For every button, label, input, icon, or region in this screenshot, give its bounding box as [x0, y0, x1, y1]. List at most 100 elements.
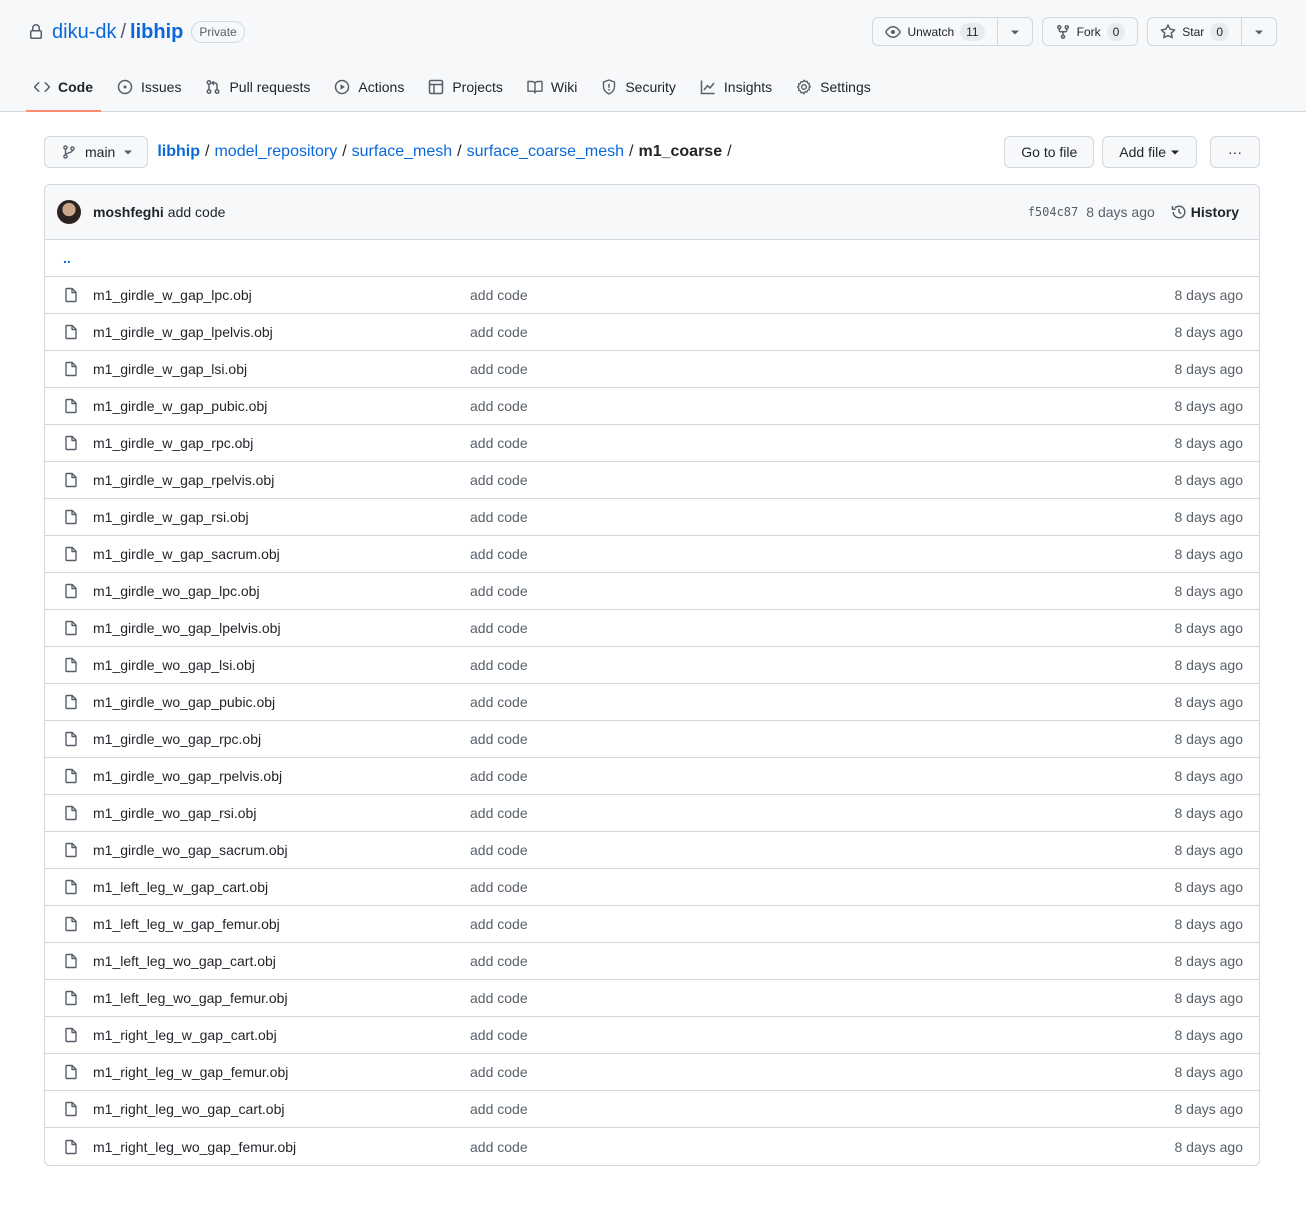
watch-dropdown-button[interactable]	[998, 18, 1032, 45]
file-commit-message[interactable]: add code	[470, 916, 528, 932]
star-button-group: Star 0	[1147, 17, 1277, 46]
file-commit-message[interactable]: add code	[470, 435, 528, 451]
commit-sha[interactable]: f504c87	[1028, 205, 1079, 219]
file-commit-message[interactable]: add code	[470, 620, 528, 636]
parent-directory-link[interactable]: ..	[45, 240, 1259, 277]
tab-projects[interactable]: Projects	[420, 63, 511, 111]
avatar[interactable]	[57, 200, 81, 224]
file-commit-message[interactable]: add code	[470, 657, 528, 673]
tab-pull-requests[interactable]: Pull requests	[197, 63, 318, 111]
file-commit-message[interactable]: add code	[470, 583, 528, 599]
repo-name-link[interactable]: libhip	[130, 21, 183, 44]
star-dropdown-button[interactable]	[1242, 18, 1276, 45]
file-name-link[interactable]: m1_right_leg_w_gap_femur.obj	[93, 1064, 470, 1080]
file-name-link[interactable]: m1_left_leg_wo_gap_cart.obj	[93, 953, 470, 969]
file-name-link[interactable]: m1_girdle_wo_gap_lpelvis.obj	[93, 620, 470, 636]
file-name-link[interactable]: m1_girdle_wo_gap_rsi.obj	[93, 805, 470, 821]
file-commit-age: 8 days ago	[1174, 768, 1244, 784]
graph-icon	[700, 79, 716, 95]
commit-author[interactable]: moshfeghi	[93, 204, 164, 220]
add-file-button[interactable]: Add file	[1102, 136, 1197, 168]
fork-button[interactable]: Fork 0	[1043, 18, 1138, 45]
file-commit-message[interactable]: add code	[470, 398, 528, 414]
file-commit-age: 8 days ago	[1174, 287, 1244, 303]
file-name-link[interactable]: m1_left_leg_wo_gap_femur.obj	[93, 990, 470, 1006]
table-row: m1_left_leg_w_gap_cart.obj add code 8 days…	[45, 869, 1259, 906]
file-commit-message[interactable]: add code	[470, 953, 528, 969]
file-name-link[interactable]: m1_girdle_w_gap_rpelvis.obj	[93, 472, 470, 488]
file-name-link[interactable]: m1_right_leg_wo_gap_cart.obj	[93, 1101, 470, 1117]
file-name-link[interactable]: m1_girdle_w_gap_lsi.obj	[93, 361, 470, 377]
file-name-link[interactable]: m1_right_leg_w_gap_cart.obj	[93, 1027, 470, 1043]
file-commit-message[interactable]: add code	[470, 509, 528, 525]
repo-owner-link[interactable]: diku-dk	[52, 21, 116, 44]
file-icon	[63, 398, 79, 414]
file-icon	[63, 990, 79, 1006]
file-listing: moshfeghi add code f504c87 8 days ago Hi…	[44, 184, 1260, 1166]
file-commit-message[interactable]: add code	[470, 1139, 528, 1155]
tab-insights[interactable]: Insights	[692, 63, 780, 111]
file-commit-message[interactable]: add code	[470, 768, 528, 784]
file-commit-age: 8 days ago	[1174, 583, 1244, 599]
file-name-link[interactable]: m1_girdle_wo_gap_rpelvis.obj	[93, 768, 470, 784]
history-link[interactable]: History	[1171, 204, 1239, 220]
file-name-link[interactable]: m1_girdle_wo_gap_sacrum.obj	[93, 842, 470, 858]
file-name-link[interactable]: m1_girdle_w_gap_lpc.obj	[93, 287, 470, 303]
file-commit-message[interactable]: add code	[470, 990, 528, 1006]
code-icon	[34, 79, 50, 95]
file-name-link[interactable]: m1_left_leg_w_gap_femur.obj	[93, 916, 470, 932]
file-commit-message[interactable]: add code	[470, 361, 528, 377]
latest-commit: moshfeghi add code f504c87 8 days ago Hi…	[45, 185, 1259, 240]
file-commit-message[interactable]: add code	[470, 842, 528, 858]
file-name-link[interactable]: m1_girdle_w_gap_lpelvis.obj	[93, 324, 470, 340]
file-icon	[63, 657, 79, 673]
file-commit-message[interactable]: add code	[470, 1064, 528, 1080]
star-button[interactable]: Star 0	[1148, 18, 1242, 45]
branch-selector[interactable]: main	[44, 136, 149, 168]
file-name-link[interactable]: m1_girdle_w_gap_pubic.obj	[93, 398, 470, 414]
file-commit-message[interactable]: add code	[470, 1027, 528, 1043]
file-name-link[interactable]: m1_right_leg_wo_gap_femur.obj	[93, 1139, 470, 1155]
file-commit-message[interactable]: add code	[470, 879, 528, 895]
fork-icon	[1056, 24, 1069, 39]
file-commit-message[interactable]: add code	[470, 287, 528, 303]
file-commit-message[interactable]: add code	[470, 694, 528, 710]
file-commit-message[interactable]: add code	[470, 805, 528, 821]
file-icon	[63, 583, 79, 599]
breadcrumb-link[interactable]: surface_mesh	[352, 143, 453, 161]
file-name-link[interactable]: m1_girdle_w_gap_rpc.obj	[93, 435, 470, 451]
breadcrumb-link[interactable]: libhip	[157, 143, 200, 161]
tab-wiki[interactable]: Wiki	[519, 63, 585, 111]
watch-button[interactable]: Unwatch 11	[873, 18, 998, 45]
file-name-link[interactable]: m1_girdle_wo_gap_rpc.obj	[93, 731, 470, 747]
file-commit-age: 8 days ago	[1174, 953, 1244, 969]
tab-issues[interactable]: Issues	[109, 63, 189, 111]
file-actions: Go to file Add file ···	[1004, 136, 1260, 168]
eye-icon	[885, 25, 902, 38]
file-commit-message[interactable]: add code	[470, 1101, 528, 1117]
tab-settings[interactable]: Settings	[788, 63, 879, 111]
breadcrumb-link[interactable]: surface_coarse_mesh	[467, 143, 624, 161]
breadcrumb-link[interactable]: model_repository	[214, 143, 337, 161]
file-name-link[interactable]: m1_girdle_w_gap_rsi.obj	[93, 509, 470, 525]
file-name-link[interactable]: m1_girdle_wo_gap_pubic.obj	[93, 694, 470, 710]
more-options-button[interactable]: ···	[1210, 136, 1260, 168]
go-to-file-button[interactable]: Go to file	[1004, 136, 1095, 168]
tab-security[interactable]: Security	[593, 63, 684, 111]
table-row: m1_girdle_w_gap_lpc.obj add code 8 days ag…	[45, 277, 1259, 314]
star-count: 0	[1210, 22, 1229, 41]
file-name-link[interactable]: m1_girdle_wo_gap_lpc.obj	[93, 583, 470, 599]
file-commit-message[interactable]: add code	[470, 546, 528, 562]
table-row: m1_girdle_w_gap_lpelvis.obj add code 8 day…	[45, 314, 1259, 351]
file-commit-age: 8 days ago	[1174, 398, 1244, 414]
tab-actions[interactable]: Actions	[326, 63, 412, 111]
commit-message[interactable]: add code	[168, 204, 226, 220]
file-commit-message[interactable]: add code	[470, 472, 528, 488]
file-name-link[interactable]: m1_girdle_w_gap_sacrum.obj	[93, 546, 470, 562]
tab-code[interactable]: Code	[26, 63, 101, 112]
file-name-link[interactable]: m1_left_leg_w_gap_cart.obj	[93, 879, 470, 895]
file-commit-message[interactable]: add code	[470, 731, 528, 747]
file-commit-message[interactable]: add code	[470, 324, 528, 340]
file-name-link[interactable]: m1_girdle_wo_gap_lsi.obj	[93, 657, 470, 673]
repo-header: diku-dk / libhip Private Unwatch 11 Fork…	[0, 0, 1306, 112]
